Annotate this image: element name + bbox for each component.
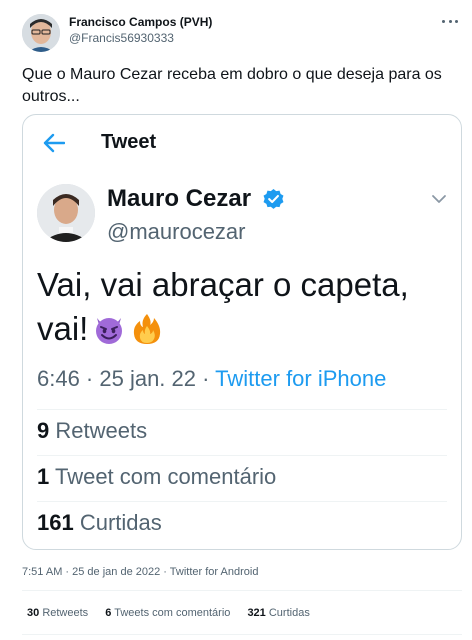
divider [37, 501, 447, 502]
embedded-tweet-screenshot[interactable]: Tweet Mauro Cezar @maurocezar Vai, vai a… [22, 114, 462, 550]
embedded-tweet-time: 6:46 · 25 jan. 22 · [37, 366, 216, 391]
embedded-quotes-row: 1 Tweet com comentário [23, 455, 461, 501]
embedded-likes-label: Curtidas [79, 510, 162, 535]
author-name[interactable]: Francisco Campos (PVH) [69, 15, 212, 29]
chevron-down-icon [432, 195, 446, 203]
embedded-avatar [37, 184, 95, 242]
embedded-retweets-label: Retweets [55, 418, 148, 443]
author-handle[interactable]: @Francis56930333 [69, 31, 174, 45]
quotes-label: Tweets com comentário [114, 607, 231, 619]
divider [37, 455, 447, 456]
embedded-likes-row: 161 Curtidas [23, 501, 461, 547]
retweets-count: 30 [27, 607, 40, 619]
retweets-stat[interactable]: 30 Retweets [27, 607, 88, 619]
retweets-label: Retweets [42, 607, 89, 619]
verified-badge-icon [263, 188, 284, 209]
smiling-devil-emoji [96, 318, 123, 344]
tweet-header: Francisco Campos (PVH) @Francis56930333 [22, 12, 462, 52]
embedded-header-title: Tweet [101, 131, 157, 153]
embedded-likes-count: 161 [37, 510, 74, 535]
embedded-tweet-text: Vai, vai abraçar o capeta, vai! [37, 263, 455, 351]
tweet-timestamp[interactable]: 7:51 AM · 25 de jan de 2022 · Twitter fo… [22, 566, 258, 578]
divider [22, 634, 462, 635]
quotes-count: 6 [105, 607, 112, 619]
divider [37, 409, 447, 410]
avatar[interactable] [22, 14, 60, 52]
more-icon[interactable] [440, 14, 460, 28]
embedded-quotes-count: 1 [37, 464, 50, 489]
fire-emoji [134, 314, 161, 344]
likes-label: Curtidas [268, 607, 310, 619]
likes-stat[interactable]: 321 Curtidas [247, 607, 309, 619]
tweet-text: Que o Mauro Cezar receba em dobro o que … [22, 66, 442, 105]
embedded-author-name: Mauro Cezar [107, 185, 252, 212]
likes-count: 321 [247, 607, 266, 619]
tweet-stats: 30 Retweets 6 Tweets com comentário 321 … [27, 607, 324, 619]
embedded-retweets-count: 9 [37, 418, 50, 443]
divider [22, 590, 462, 591]
arrow-left-icon [43, 133, 65, 153]
embedded-author-handle: @maurocezar [107, 219, 246, 244]
embedded-quotes-label: Tweet com comentário [54, 464, 277, 489]
embedded-tweet-source: Twitter for iPhone [215, 366, 387, 391]
embedded-retweets-row: 9 Retweets [23, 409, 461, 455]
embedded-tweet-meta: 6:46 · 25 jan. 22 · Twitter for iPhone [37, 366, 386, 392]
quotes-stat[interactable]: 6 Tweets com comentário [105, 607, 230, 619]
embedded-header: Tweet [23, 115, 461, 171]
